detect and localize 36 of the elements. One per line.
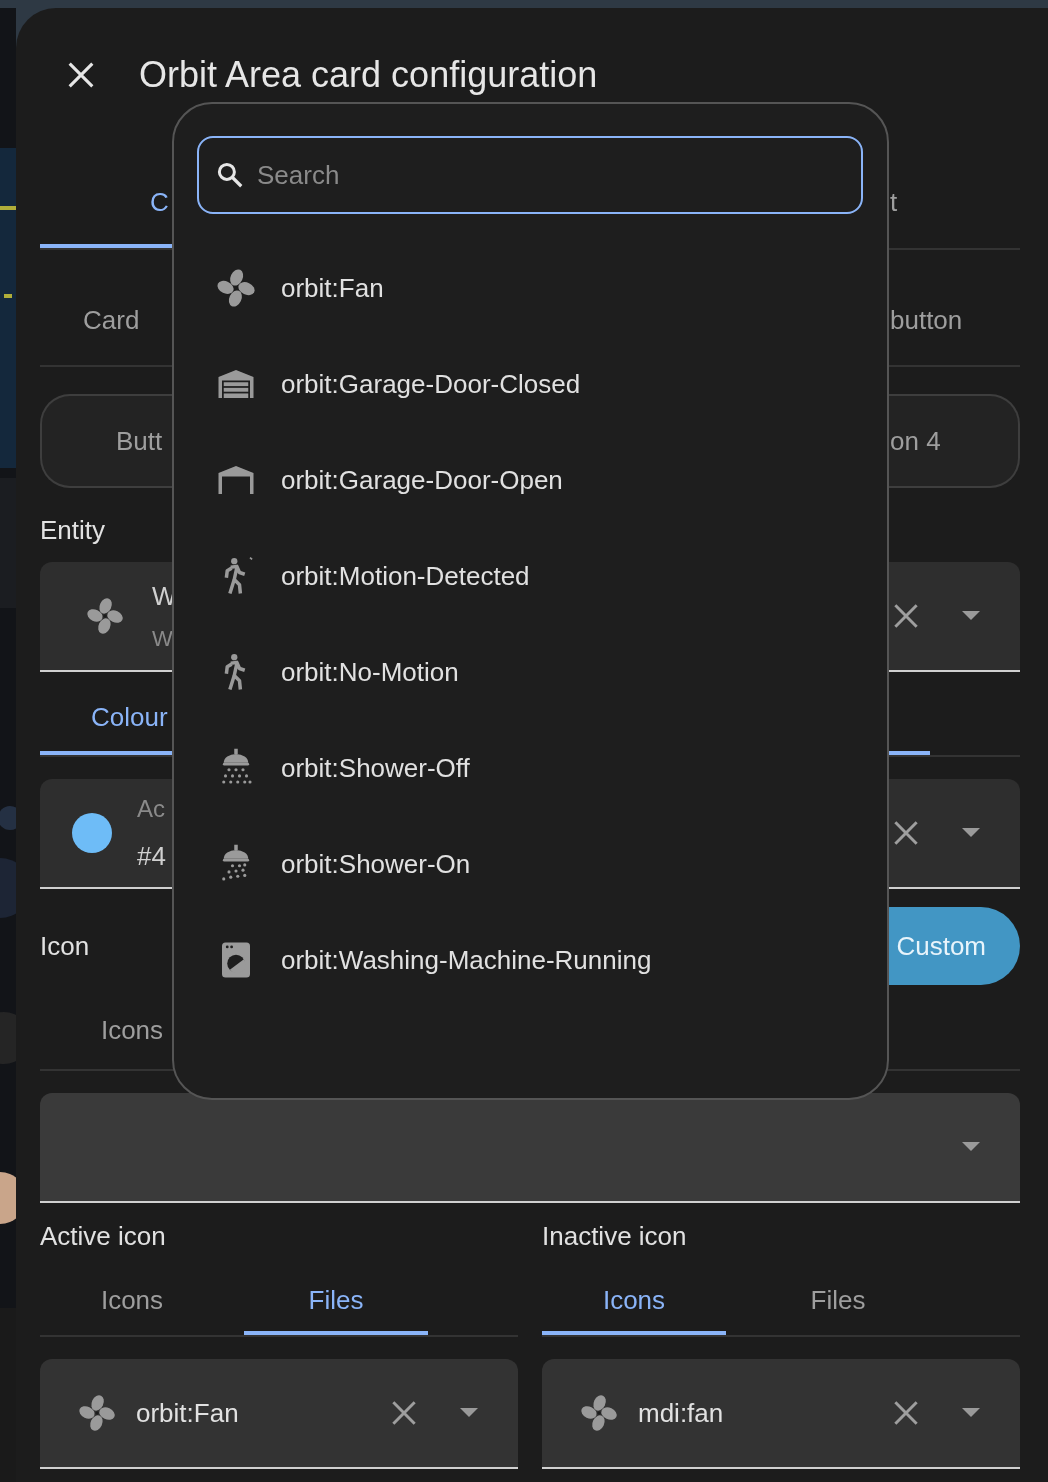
tab[interactable]: Icons: [542, 1269, 726, 1335]
field-value: mdi:fan: [638, 1396, 725, 1430]
section-label: Active icon: [40, 1219, 167, 1253]
fan-icon: [76, 1392, 118, 1434]
section-label: Icon: [40, 929, 90, 963]
search-field[interactable]: Search: [197, 136, 863, 214]
caret-icon[interactable]: [460, 1408, 478, 1418]
icon-option[interactable]: orbit:Motion-Detected: [197, 528, 863, 624]
icon-select-field[interactable]: mdi:fan: [542, 1359, 1020, 1469]
caret-icon[interactable]: [962, 1408, 980, 1418]
fan-icon: [84, 595, 126, 637]
search-icon: [215, 160, 245, 190]
section-label: Entity: [40, 513, 107, 547]
entity-id: W: [152, 625, 174, 653]
icon-select-field[interactable]: [40, 1093, 1020, 1203]
field-label: Ac: [137, 793, 166, 824]
caret-icon[interactable]: [962, 1142, 980, 1152]
icon-option[interactable]: orbit:Garage-Door-Open: [197, 432, 863, 528]
section-label: Inactive icon: [542, 1219, 688, 1253]
dialog-title: Orbit Area card configuration: [139, 53, 598, 97]
tab[interactable]: Files: [746, 1269, 930, 1335]
icon-option[interactable]: orbit:Fan: [197, 240, 863, 336]
field-value: orbit:Fan: [136, 1396, 240, 1430]
icon-select-field[interactable]: orbit:Fan: [40, 1359, 518, 1469]
tab[interactable]: Files: [244, 1269, 428, 1335]
fan-icon: [578, 1392, 620, 1434]
tab[interactable]: Icons: [40, 1269, 224, 1335]
tab[interactable]: button: [888, 301, 1020, 340]
icon-option[interactable]: orbit:Garage-Door-Closed: [197, 336, 863, 432]
icon-option[interactable]: orbit:No-Motion: [197, 624, 863, 720]
tab[interactable]: t: [888, 160, 1020, 248]
caret-icon[interactable]: [962, 611, 980, 621]
tab[interactable]: Card: [40, 301, 172, 340]
icon-option[interactable]: orbit:Shower-Off: [197, 720, 863, 816]
field-value: #4: [137, 839, 166, 873]
caret-icon[interactable]: [962, 828, 980, 838]
